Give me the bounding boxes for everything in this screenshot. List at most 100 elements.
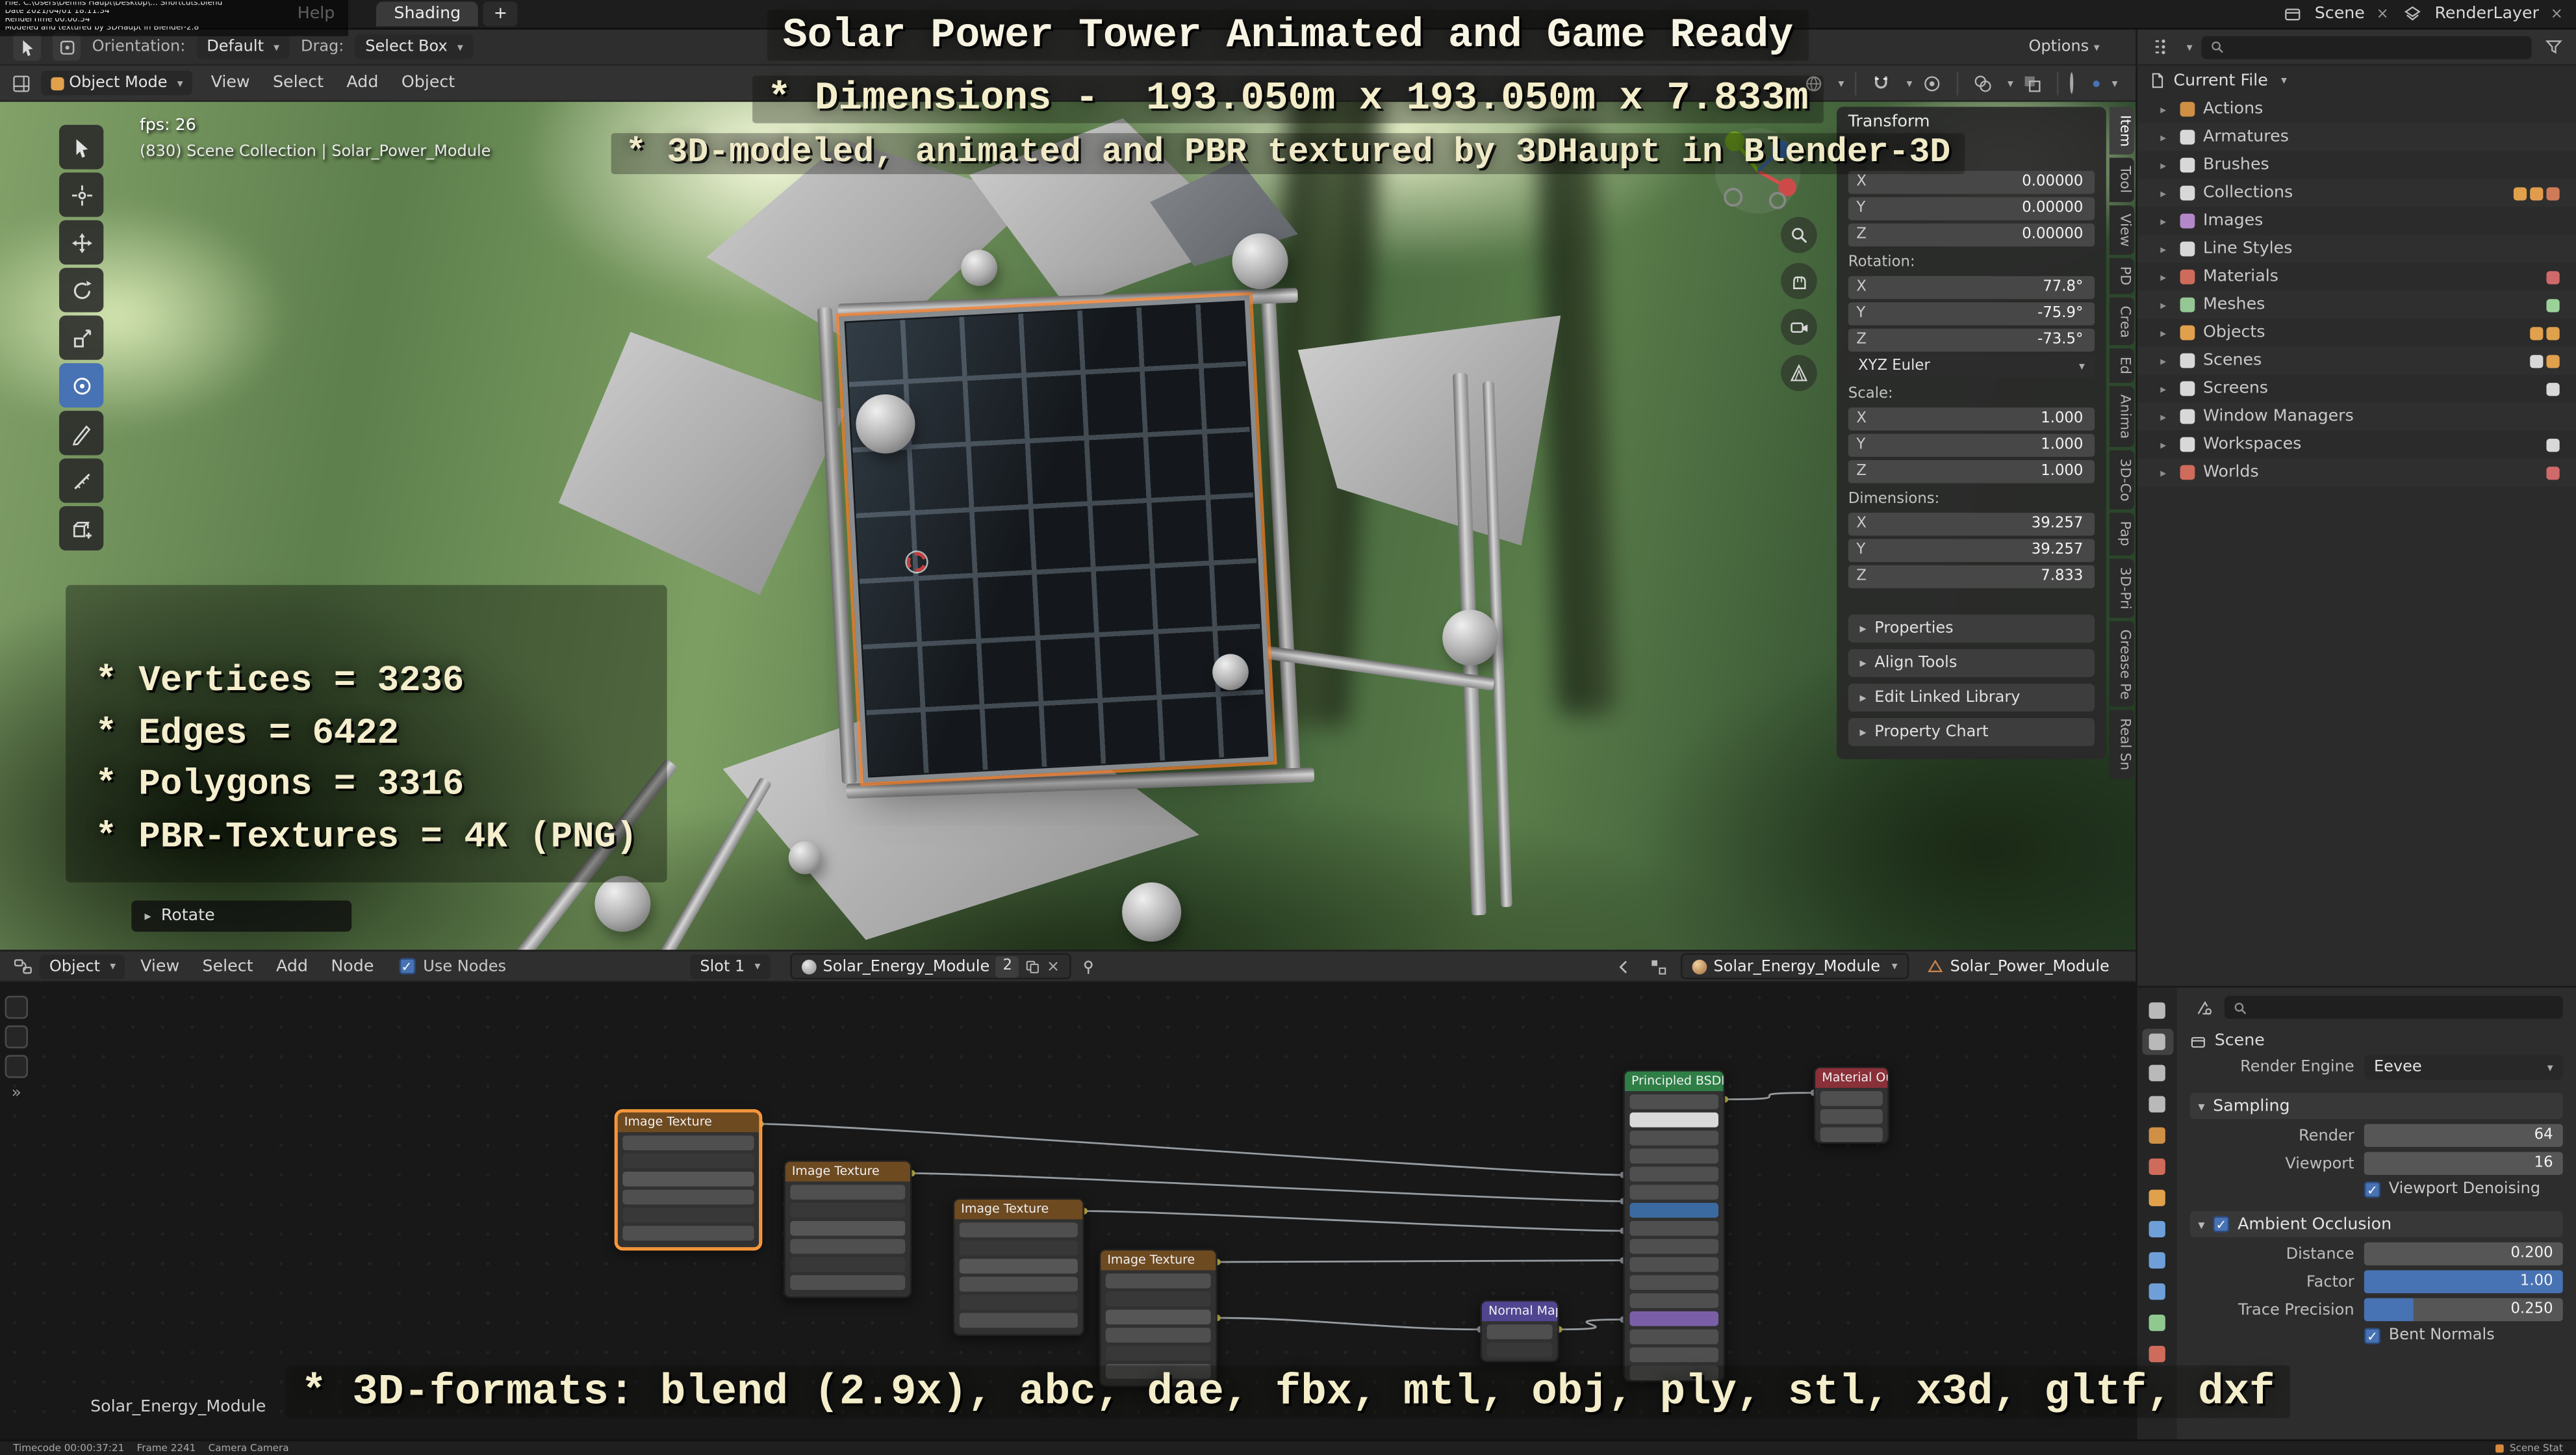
display-mode-dropdown[interactable]: ▾: [2187, 40, 2193, 53]
material-slot-dropdown[interactable]: Slot 1▾: [690, 954, 770, 979]
active-tool-icon[interactable]: [13, 33, 41, 61]
perspective-toggle-icon[interactable]: [1781, 355, 1817, 391]
camera-view-icon[interactable]: [1781, 309, 1817, 345]
sidebar-tab[interactable]: Crea: [2110, 297, 2134, 346]
material-name-field[interactable]: Solar_Energy_Module 2 ×: [790, 953, 1071, 979]
drag-dropdown[interactable]: Select Box▾: [355, 34, 473, 59]
tool-icon[interactable]: [5, 1055, 28, 1077]
mode-dropdown[interactable]: Object Mode▾: [41, 71, 193, 96]
properties-search[interactable]: [2225, 996, 2563, 1018]
options-dropdown[interactable]: Options▾: [2029, 38, 2123, 56]
outliner-row[interactable]: ▸ Worlds: [2137, 459, 2576, 487]
tool-cursor[interactable]: [59, 173, 103, 217]
shader-menu[interactable]: Add: [264, 957, 319, 975]
value-slider[interactable]: 0.250: [2364, 1298, 2563, 1321]
outliner-row[interactable]: ▸ Scenes: [2137, 347, 2576, 375]
properties-tab[interactable]: [2141, 1278, 2173, 1304]
sidebar-tab[interactable]: PD: [2110, 258, 2134, 294]
scale-x-field[interactable]: X1.000: [1848, 407, 2095, 430]
tool-annotate[interactable]: [59, 411, 103, 455]
tool-options-icon[interactable]: [53, 33, 81, 61]
transform-orientation-icon[interactable]: [1800, 70, 1826, 96]
number-field[interactable]: 64: [2364, 1124, 2563, 1147]
node-editor-type-icon[interactable]: [10, 953, 36, 979]
use-nodes-toggle[interactable]: ✓ Use Nodes: [398, 957, 506, 975]
viewport-denoising-toggle[interactable]: ✓ Viewport Denoising: [2364, 1180, 2563, 1198]
material-users-button[interactable]: 2: [996, 955, 1019, 977]
outliner-search[interactable]: [2200, 35, 2531, 58]
shader-menu[interactable]: Select: [191, 957, 264, 975]
scale-z-field[interactable]: Z1.000: [1848, 460, 2095, 483]
outliner-row[interactable]: ▸ Images: [2137, 207, 2576, 235]
rotation-mode-dropdown[interactable]: XYZ Euler ▾: [1848, 355, 2095, 378]
editor-type-icon[interactable]: [8, 70, 34, 96]
properties-tab[interactable]: [2141, 1216, 2173, 1242]
scene-unlink-button[interactable]: ×: [2373, 6, 2392, 22]
parent-tree-back-icon[interactable]: [1612, 953, 1638, 979]
dimensions-z-field[interactable]: Z7.833: [1848, 565, 2095, 588]
rotation-z-field[interactable]: Z-73.5°: [1848, 329, 2095, 352]
tool-icon[interactable]: [5, 996, 28, 1018]
overlays-dropdown-arrow[interactable]: ▾: [2008, 77, 2013, 90]
3d-viewport[interactable]: fps: 26 (830) Scene Collection | Solar_P…: [0, 102, 2136, 950]
shading-rendered-button[interactable]: [2094, 80, 2100, 86]
tool-transform[interactable]: [59, 363, 103, 407]
sidebar-tab[interactable]: Item: [2110, 107, 2134, 155]
outliner-row[interactable]: ▸ Window Managers: [2137, 403, 2576, 431]
sidebar-collapsed-panel[interactable]: ▸ Property Chart: [1848, 718, 2095, 746]
outliner-row[interactable]: ▸ Materials: [2137, 263, 2576, 291]
bent-normals-toggle[interactable]: ✓ Bent Normals: [2364, 1326, 2563, 1345]
properties-tab[interactable]: [2141, 1060, 2173, 1086]
sidebar-collapsed-panel[interactable]: ▸ Align Tools: [1848, 649, 2095, 677]
sidebar-collapsed-panel[interactable]: ▸ Properties: [1848, 615, 2095, 643]
active-material-selector[interactable]: Solar_Energy_Module ▾: [1681, 953, 1909, 979]
dimensions-x-field[interactable]: X39.257: [1848, 513, 2095, 535]
viewport-menu[interactable]: Select: [261, 74, 335, 92]
navigation-gizmo[interactable]: [1712, 125, 1804, 217]
proportional-editing-icon[interactable]: [1919, 70, 1945, 96]
shader-node[interactable]: Image Texture: [616, 1111, 761, 1248]
snap-magnet-icon[interactable]: [1868, 70, 1894, 96]
orientation-dropdown-arrow[interactable]: ▾: [1838, 77, 1844, 90]
outliner-row[interactable]: ▸ Brushes: [2137, 151, 2576, 179]
ambient-occlusion-section-header[interactable]: ▾ ✓ Ambient Occlusion: [2190, 1211, 2563, 1237]
snapping-icon[interactable]: [1646, 953, 1672, 979]
shader-menu[interactable]: View: [129, 957, 190, 975]
dimensions-y-field[interactable]: Y39.257: [1848, 539, 2095, 561]
value-slider[interactable]: 1.00: [2364, 1270, 2563, 1293]
copy-icon[interactable]: [1025, 959, 1040, 973]
tool-measure[interactable]: [59, 459, 103, 503]
sidebar-tab[interactable]: Grease Pe: [2110, 621, 2134, 707]
workspace-tab-shading[interactable]: Shading: [376, 2, 479, 27]
sidebar-tab[interactable]: Real Sn: [2110, 710, 2134, 779]
outliner-row[interactable]: ▸ Meshes: [2137, 291, 2576, 319]
shader-menu[interactable]: Node: [320, 957, 385, 975]
xray-toggle-icon[interactable]: [2020, 70, 2046, 96]
properties-tab[interactable]: [2141, 1309, 2173, 1335]
sampling-section-header[interactable]: ▾ Sampling: [2190, 1093, 2563, 1119]
tool-move[interactable]: [59, 220, 103, 264]
properties-tab[interactable]: [2141, 1091, 2173, 1117]
viewport-menu[interactable]: Object: [390, 74, 466, 92]
properties-tab[interactable]: [2141, 1341, 2173, 1367]
outliner-row[interactable]: ▸ Line Styles: [2137, 235, 2576, 263]
sidebar-tab[interactable]: Tool: [2110, 159, 2134, 202]
sidebar-tab[interactable]: View: [2110, 205, 2134, 255]
outliner-row[interactable]: ▸ Actions: [2137, 96, 2576, 123]
properties-tab[interactable]: [2141, 1029, 2173, 1055]
rotation-x-field[interactable]: X77.8°: [1848, 276, 2095, 299]
scale-y-field[interactable]: Y1.000: [1848, 434, 2095, 457]
render-engine-dropdown[interactable]: Eevee▾: [2364, 1055, 2563, 1079]
scene-selector[interactable]: Scene: [2315, 5, 2365, 23]
sidebar-tab[interactable]: Ed: [2110, 349, 2134, 383]
shader-node[interactable]: Principled BSDF: [1623, 1070, 1725, 1382]
outliner-row[interactable]: ▸ Armatures: [2137, 123, 2576, 151]
properties-editor-icon[interactable]: [2190, 994, 2216, 1020]
properties-tab[interactable]: [2141, 998, 2173, 1024]
outliner-row[interactable]: ▸ Collections: [2137, 179, 2576, 207]
shader-node[interactable]: Image Texture: [953, 1198, 1084, 1335]
outliner-row[interactable]: ▸ Screens: [2137, 375, 2576, 403]
tool-add-cube[interactable]: [59, 506, 103, 550]
tool-icon[interactable]: [5, 1025, 28, 1048]
properties-tab[interactable]: [2141, 1122, 2173, 1148]
